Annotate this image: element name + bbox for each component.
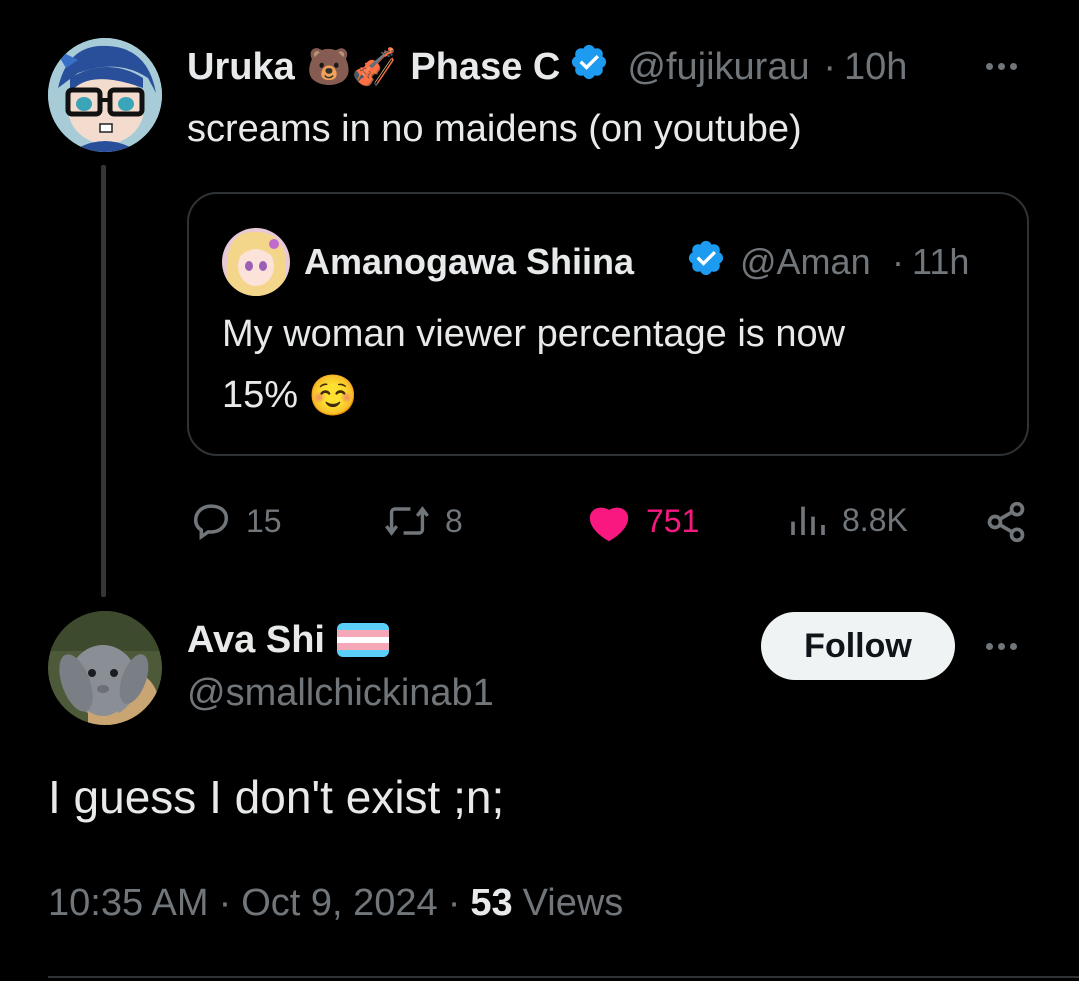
reply-button[interactable]: 15 [190, 500, 282, 542]
parent-tweet-header: Uruka 🐻🎻 Phase C @fujikurau · 10h [187, 42, 907, 92]
main-author-name[interactable]: Ava Shi [187, 619, 325, 662]
like-button[interactable]: 751 [586, 500, 699, 542]
quoted-tweet-text-line1: My woman viewer percentage is now [222, 313, 846, 355]
parent-author-name[interactable]: Uruka [187, 46, 295, 89]
quoted-author-handle: @Aman [740, 241, 871, 282]
thread-connector-line [101, 165, 106, 597]
repost-icon [385, 506, 429, 536]
bottom-divider [48, 976, 1079, 978]
views-count: 8.8K [842, 501, 908, 538]
share-button[interactable] [984, 500, 1028, 544]
tweet-date[interactable]: Oct 9, 2024 [241, 882, 437, 925]
trans-flag-icon [336, 623, 389, 657]
repost-button[interactable]: 8 [383, 500, 463, 542]
parent-author-handle[interactable]: @fujikurau [627, 46, 817, 89]
main-author-handle[interactable]: @smallchickinab1 [187, 672, 494, 715]
tweet-timestamp-row: 10:35 AM · Oct 9, 2024 · 53 Views [48, 882, 624, 925]
reply-count: 15 [246, 502, 282, 539]
quoted-tweet-percentage: 15% [222, 374, 299, 416]
verified-badge-icon [569, 42, 609, 92]
quoted-author-name: Amanogawa Shiina [304, 241, 635, 282]
parent-tweet-time[interactable]: 10h [844, 46, 907, 89]
main-tweet-text: I guess I don't exist ;n; [48, 771, 505, 823]
more-icon[interactable] [986, 63, 1017, 70]
reply-icon [193, 504, 229, 541]
quoted-tweet-header: Amanogawa Shiina @Aman · 11h [304, 238, 969, 286]
main-author-row: Ava Shi [187, 615, 389, 665]
tweet-views-label: Views [522, 882, 624, 924]
views-icon [791, 506, 825, 535]
amanogawa-avatar [222, 228, 290, 296]
uruka-avatar[interactable] [48, 38, 162, 152]
parent-author-name-suffix[interactable]: Phase C [410, 46, 565, 89]
like-icon [589, 507, 629, 542]
views-button[interactable]: 8.8K [788, 500, 908, 540]
ava-shi-avatar[interactable] [48, 611, 162, 725]
more-icon[interactable] [986, 643, 1017, 650]
quoted-tweet-time: 11h [912, 241, 970, 282]
like-count: 751 [646, 502, 700, 539]
quoted-tweet-text-line2: 15% ☺️ [222, 372, 358, 419]
tweet-time[interactable]: 10:35 AM [48, 882, 209, 925]
blushing-smile-emoji: ☺️ [308, 374, 358, 418]
repost-count: 8 [445, 502, 463, 539]
tweet-views-count: 53 [470, 882, 513, 924]
parent-author-name-emojis: 🐻🎻 [306, 46, 397, 87]
parent-tweet-text: screams in no maidens (on youtube) [187, 108, 802, 150]
follow-button[interactable]: Follow [761, 612, 955, 680]
verified-badge-icon [686, 238, 726, 287]
share-icon [987, 501, 1025, 543]
